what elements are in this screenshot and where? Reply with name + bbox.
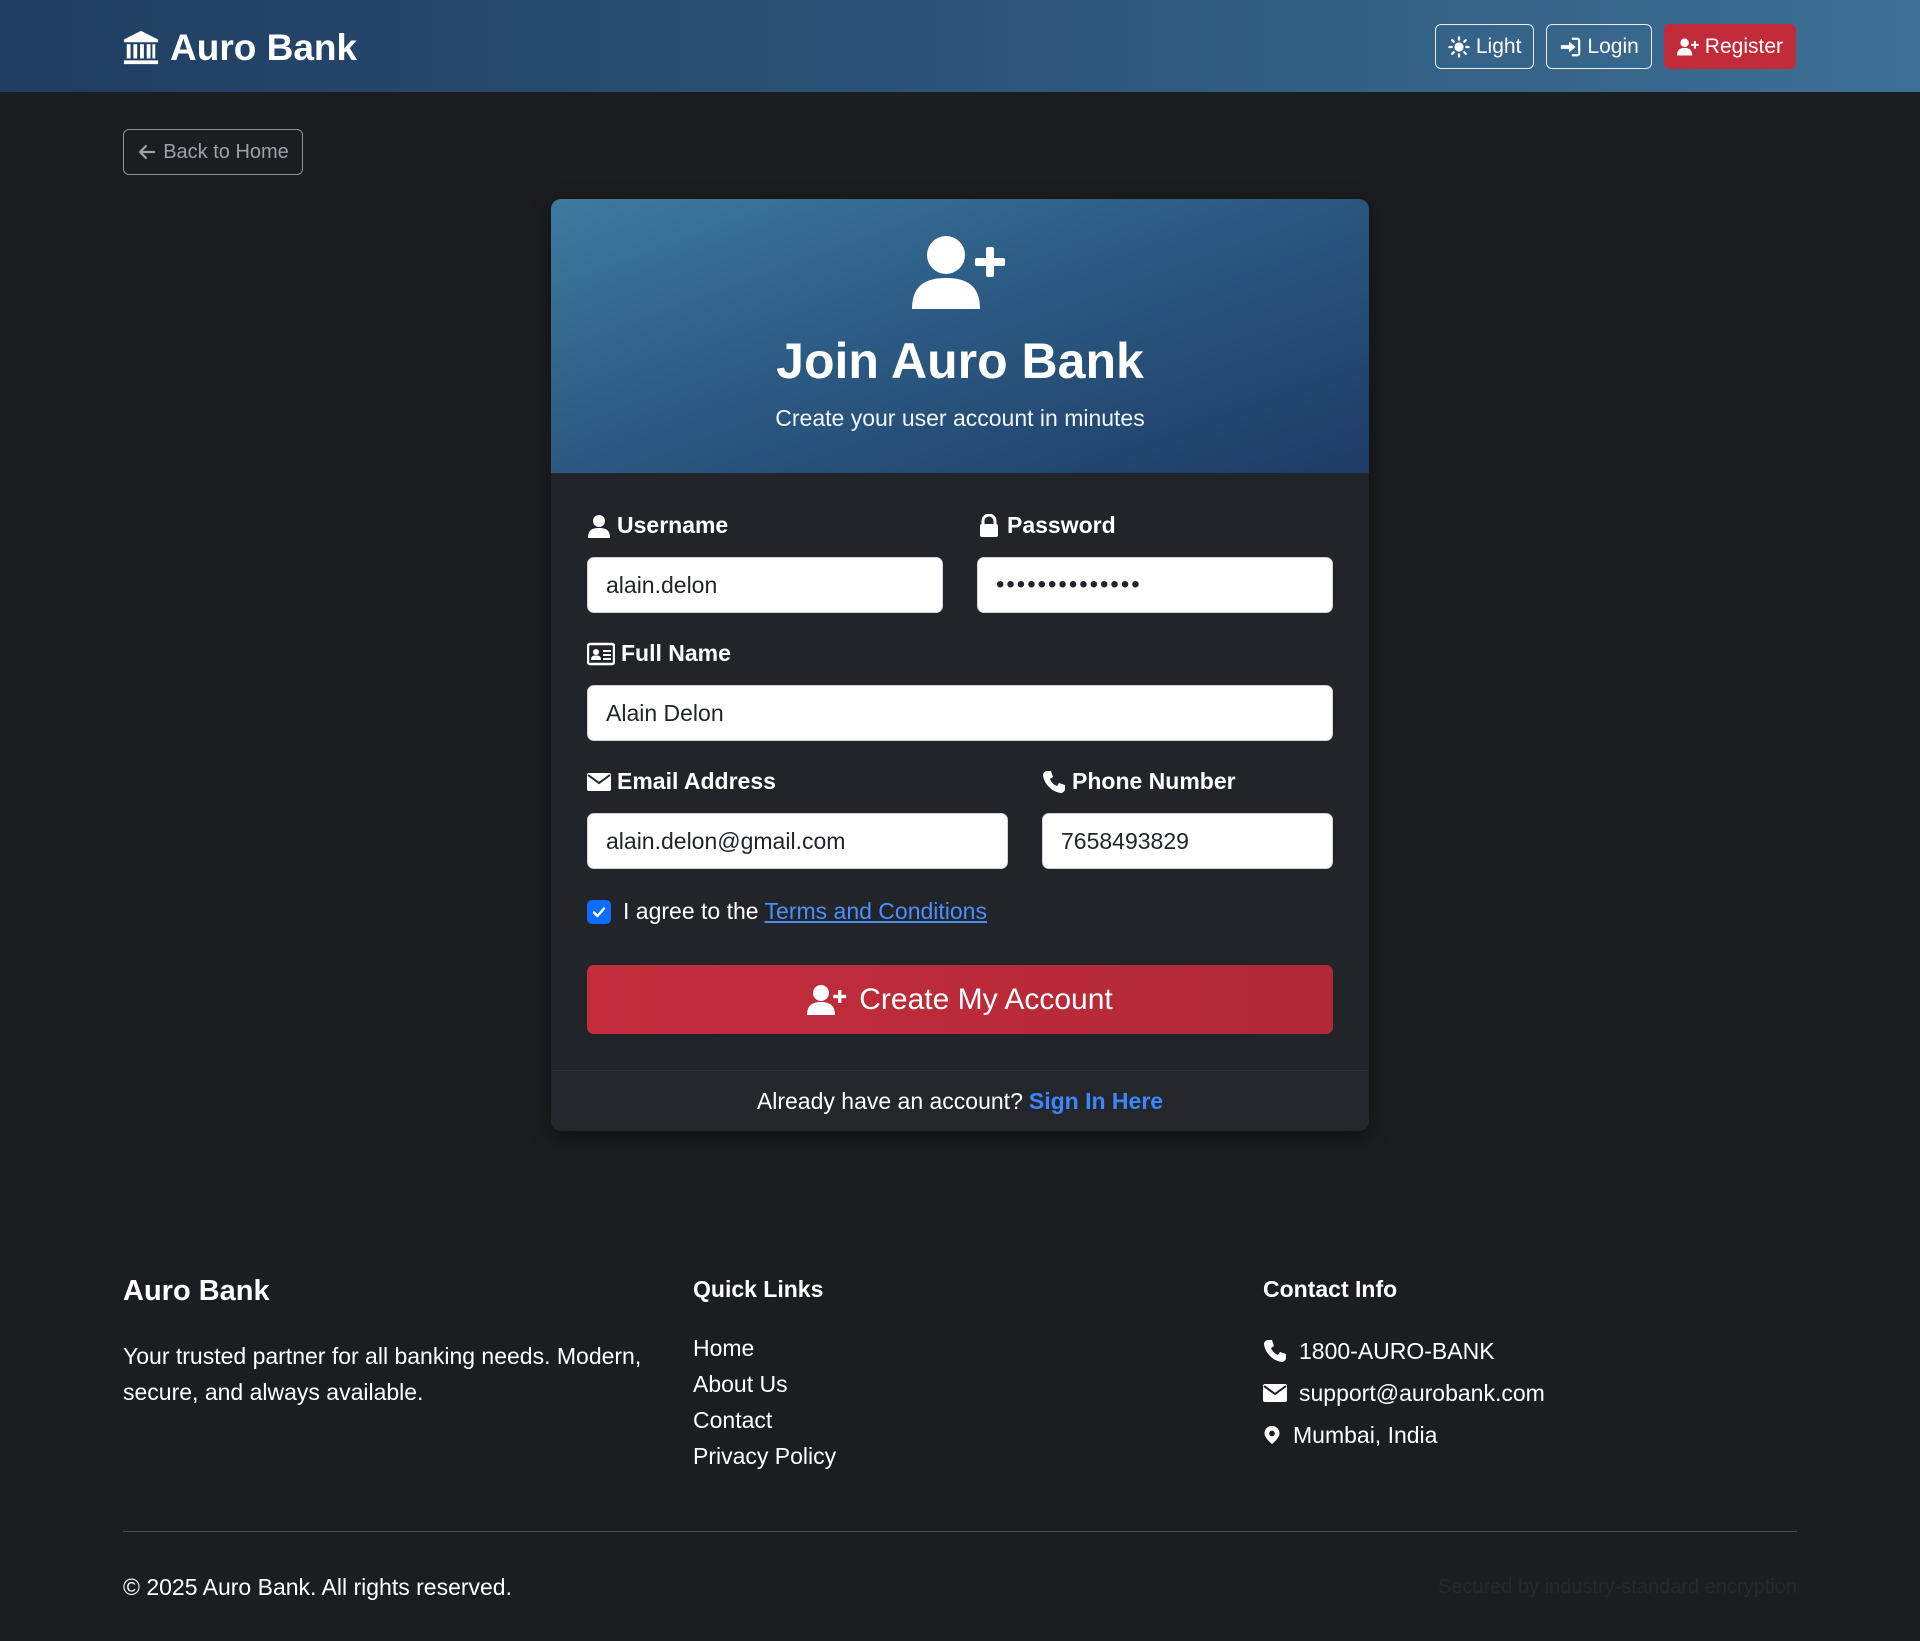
- footer-divider: [123, 1531, 1797, 1532]
- security-note: Secured by industry-standard encryption: [1437, 1576, 1797, 1598]
- footer-link-about[interactable]: About Us: [693, 1366, 836, 1402]
- contact-info-title: Contact Info: [1263, 1276, 1398, 1302]
- brand-link[interactable]: Auro Bank: [122, 26, 357, 70]
- back-to-home-button[interactable]: Back to Home: [123, 129, 303, 175]
- terms-checkbox[interactable]: [587, 899, 611, 924]
- password-input[interactable]: ••••••••••••••: [977, 557, 1333, 613]
- footer-link-privacy[interactable]: Privacy Policy: [693, 1438, 836, 1474]
- arrow-left-icon: [139, 144, 156, 160]
- contact-email: support@aurobank.com: [1263, 1372, 1545, 1414]
- user-icon: [588, 514, 610, 538]
- contact-location: Mumbai, India: [1263, 1414, 1545, 1456]
- email-label-text: Email Address: [617, 768, 776, 794]
- envelope-icon: [587, 772, 611, 791]
- map-marker-icon: [1264, 1426, 1280, 1444]
- terms-agreement: I agree to the Terms and Conditions: [587, 898, 987, 925]
- user-plus-icon: [807, 984, 847, 1015]
- theme-toggle-button[interactable]: Light: [1434, 24, 1535, 69]
- card-footer: Already have an account? Sign In Here: [551, 1070, 1369, 1131]
- email-label: Email Address: [587, 768, 776, 795]
- phone-label: Phone Number: [1042, 768, 1236, 795]
- card-header: Join Auro Bank Create your user account …: [551, 199, 1369, 473]
- sign-in-icon: [1561, 37, 1581, 56]
- card-subtitle: Create your user account in minutes: [775, 405, 1145, 431]
- contact-email-text: support@aurobank.com: [1299, 1379, 1545, 1406]
- sign-in-link[interactable]: Sign In Here: [1029, 1088, 1163, 1115]
- registration-card: Join Auro Bank Create your user account …: [551, 199, 1369, 1131]
- navbar: Auro Bank Light Login Register: [0, 0, 1920, 92]
- user-plus-icon: [1676, 38, 1699, 55]
- have-account-text: Already have an account?: [756, 1087, 1023, 1114]
- contact-info-list: 1800-AURO-BANK support@aurobank.com Mumb…: [1263, 1330, 1545, 1456]
- username-label: Username: [587, 512, 728, 539]
- envelope-icon: [1263, 1384, 1287, 1402]
- id-card-icon: [587, 642, 615, 665]
- user-plus-icon: [912, 236, 1005, 309]
- phone-label-text: Phone Number: [1072, 768, 1236, 794]
- login-button[interactable]: Login: [1546, 24, 1652, 69]
- brand-name: Auro Bank: [170, 27, 358, 68]
- login-label: Login: [1587, 34, 1639, 58]
- footer-brand: Auro Bank: [123, 1275, 270, 1307]
- quick-links-list: Home About Us Contact Privacy Policy: [693, 1330, 836, 1474]
- full-name-label: Full Name: [587, 640, 731, 667]
- phone-input[interactable]: 7658493829: [1042, 813, 1333, 869]
- sun-icon: [1448, 35, 1470, 58]
- register-label: Register: [1704, 34, 1783, 58]
- phone-icon: [1043, 770, 1065, 793]
- copyright: © 2025 Auro Bank. All rights reserved.: [123, 1574, 512, 1600]
- contact-phone: 1800-AURO-BANK: [1263, 1330, 1545, 1372]
- username-input[interactable]: alain.delon: [587, 557, 943, 613]
- back-label: Back to Home: [163, 140, 289, 163]
- phone-icon: [1264, 1340, 1286, 1362]
- theme-label: Light: [1475, 34, 1522, 58]
- bank-icon: [123, 30, 159, 65]
- terms-link[interactable]: Terms and Conditions: [765, 898, 987, 924]
- footer-link-home[interactable]: Home: [693, 1330, 836, 1366]
- card-title: Join Auro Bank: [776, 333, 1144, 389]
- password-label-text: Password: [1007, 512, 1116, 538]
- email-input[interactable]: alain.delon@gmail.com: [587, 813, 1008, 869]
- create-account-label: Create My Account: [859, 982, 1113, 1016]
- register-button[interactable]: Register: [1663, 24, 1796, 69]
- quick-links-title: Quick Links: [693, 1276, 824, 1302]
- contact-phone-text: 1800-AURO-BANK: [1299, 1337, 1495, 1364]
- lock-icon: [980, 513, 998, 537]
- full-name-label-text: Full Name: [621, 640, 731, 666]
- checkmark-icon: [592, 906, 606, 917]
- footer-description: Your trusted partner for all banking nee…: [123, 1343, 642, 1405]
- footer-link-contact[interactable]: Contact: [693, 1402, 836, 1438]
- create-account-button[interactable]: Create My Account: [587, 965, 1333, 1034]
- agree-text: I agree to the: [623, 898, 759, 924]
- contact-location-text: Mumbai, India: [1293, 1421, 1438, 1448]
- password-label: Password: [977, 512, 1116, 539]
- username-label-text: Username: [617, 512, 729, 538]
- full-name-input[interactable]: Alain Delon: [587, 685, 1333, 741]
